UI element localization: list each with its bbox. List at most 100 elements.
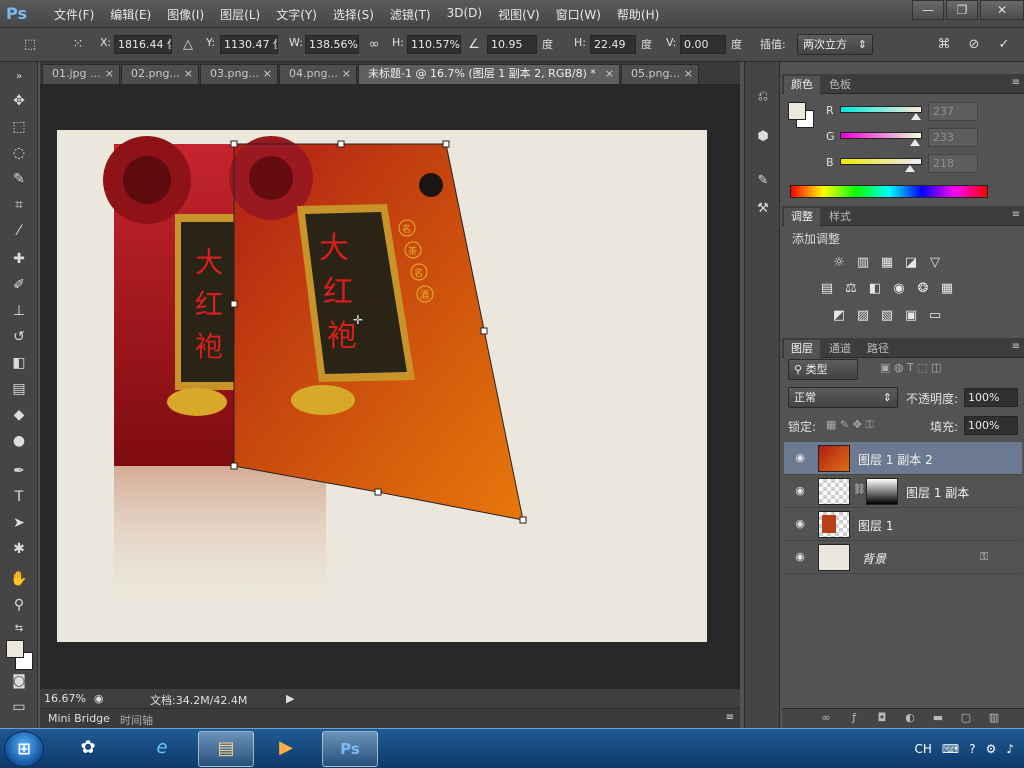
layer-name[interactable]: 图层 1 副本 2: [858, 451, 933, 468]
quick-select-tool-icon[interactable]: ✎: [7, 168, 31, 190]
hue-saturation-icon[interactable]: ▤: [818, 280, 836, 298]
menu-type[interactable]: 文字(Y): [268, 6, 325, 23]
link-icon[interactable]: ∞: [364, 35, 384, 55]
vskew-field[interactable]: 0.00: [680, 35, 726, 54]
reference-point-icon[interactable]: ⁙: [68, 35, 88, 55]
menu-view[interactable]: 视图(V): [490, 6, 548, 23]
layer-row[interactable]: ◉ 背景 ⚿: [784, 541, 1022, 574]
type-tool-icon[interactable]: T: [7, 486, 31, 508]
tab-01[interactable]: 01.jpg ... ×: [42, 64, 120, 84]
layer-name[interactable]: 图层 1: [858, 517, 893, 534]
blend-mode-select[interactable]: 正常 ⇕: [788, 387, 898, 408]
marquee-tool-icon[interactable]: ⬚: [7, 116, 31, 138]
x-field[interactable]: 1816.44 像: [114, 35, 172, 54]
restore-button[interactable]: ❐: [946, 0, 978, 20]
menu-edit[interactable]: 编辑(E): [102, 6, 159, 23]
eraser-tool-icon[interactable]: ◧: [7, 352, 31, 374]
brush-presets-icon[interactable]: ✎: [752, 170, 774, 192]
y-field[interactable]: 1130.47 像: [220, 35, 278, 54]
3d-panel-icon[interactable]: ⬢: [752, 126, 774, 148]
panel-menu-icon[interactable]: ≡: [1012, 209, 1020, 220]
tab-02[interactable]: 02.png... ×: [121, 64, 199, 84]
brightness-icon[interactable]: ☼: [830, 254, 848, 272]
tab-close-icon[interactable]: ×: [184, 65, 193, 83]
status-menu-icon[interactable]: ◉: [94, 692, 104, 705]
gradient-tool-icon[interactable]: ▤: [7, 378, 31, 400]
brush-tool-icon[interactable]: ✐: [7, 274, 31, 296]
move-tool-icon[interactable]: ✥: [7, 90, 31, 112]
menu-layer[interactable]: 图层(L): [212, 6, 268, 23]
tab-adjustments[interactable]: 调整: [784, 208, 820, 226]
layer-name[interactable]: 图层 1 副本: [906, 484, 969, 501]
start-button[interactable]: ⊞: [4, 731, 44, 767]
layer-filter-select[interactable]: ⚲ 类型: [788, 359, 858, 380]
menu-3d[interactable]: 3D(D): [439, 6, 490, 23]
tab-close-icon[interactable]: ×: [684, 65, 693, 83]
vibrance-icon[interactable]: ▽: [926, 254, 944, 272]
tray-options-icon[interactable]: ⚙: [986, 742, 997, 756]
link-layers-icon[interactable]: ∞: [816, 709, 836, 727]
new-layer-icon[interactable]: ▢: [956, 709, 976, 727]
swap-colors-icon[interactable]: ⇆: [7, 618, 31, 640]
add-mask-icon[interactable]: ◘: [872, 709, 892, 727]
tab-03[interactable]: 03.png... ×: [200, 64, 278, 84]
g-slider[interactable]: [840, 132, 922, 139]
tab-paths[interactable]: 路径: [860, 340, 896, 358]
lasso-tool-icon[interactable]: ◌: [7, 142, 31, 164]
stamp-tool-icon[interactable]: ⊥: [7, 300, 31, 322]
opacity-field[interactable]: 100%: [964, 388, 1018, 407]
warp-icon[interactable]: ⌘: [934, 35, 954, 55]
r-slider-thumb[interactable]: [911, 113, 922, 120]
keyboard-icon[interactable]: ⌨: [942, 742, 959, 756]
visibility-eye-icon[interactable]: ◉: [792, 517, 808, 531]
minimize-button[interactable]: —: [912, 0, 944, 20]
tab-close-icon[interactable]: ×: [605, 65, 614, 83]
commit-transform-icon[interactable]: ✓: [994, 35, 1014, 55]
width-field[interactable]: 138.56%: [305, 35, 359, 54]
visibility-eye-icon[interactable]: ◉: [792, 451, 808, 465]
delete-layer-icon[interactable]: ▥: [984, 709, 1004, 727]
visibility-eye-icon[interactable]: ◉: [792, 484, 808, 498]
crop-tool-icon[interactable]: ⌗: [7, 194, 31, 216]
media-player-icon[interactable]: ▶: [258, 731, 314, 767]
dodge-tool-icon[interactable]: ●: [7, 430, 31, 452]
black-white-icon[interactable]: ◧: [866, 280, 884, 298]
hskew-field[interactable]: 22.49: [590, 35, 636, 54]
menu-file[interactable]: 文件(F): [46, 6, 102, 23]
tab-color[interactable]: 颜色: [784, 76, 820, 94]
layer-name[interactable]: 背景: [862, 550, 886, 567]
layer-row[interactable]: ◉ ⛓ 图层 1 副本: [784, 475, 1022, 508]
language-indicator[interactable]: CH: [914, 742, 931, 756]
mask-link-icon[interactable]: ⛓: [853, 484, 866, 495]
g-slider-thumb[interactable]: [909, 139, 920, 146]
b-value-field[interactable]: 218: [928, 154, 978, 173]
new-group-icon[interactable]: ▬: [928, 709, 948, 727]
visibility-eye-icon[interactable]: ◉: [792, 550, 808, 564]
gradient-map-icon[interactable]: ▣: [902, 307, 920, 325]
layer-row[interactable]: ◉ 图层 1 副本 2: [784, 442, 1022, 475]
quick-mask-icon[interactable]: ◙: [7, 670, 31, 692]
tab-timeline[interactable]: 时间轴: [120, 712, 153, 728]
tab-close-icon[interactable]: ×: [263, 65, 272, 83]
tool-presets-icon[interactable]: ⚒: [752, 198, 774, 220]
selective-color-icon[interactable]: ▭: [926, 307, 944, 325]
document-canvas[interactable]: 大 红 袍 大 红 袍 名 茶 名 酒 ✛: [57, 130, 707, 642]
color-spectrum-bar[interactable]: [790, 185, 988, 198]
shape-tool-icon[interactable]: ✱: [7, 538, 31, 560]
tab-channels[interactable]: 通道: [822, 340, 858, 358]
threshold-icon[interactable]: ▧: [878, 307, 896, 325]
photoshop-taskbar-button[interactable]: Ps: [322, 731, 378, 767]
layer-filter-icons[interactable]: ▣ ◍ T ⬚ ◫: [880, 361, 941, 374]
color-foreground-swatch[interactable]: [788, 102, 806, 120]
color-balance-icon[interactable]: ⚖: [842, 280, 860, 298]
zoom-tool-icon[interactable]: ⚲: [7, 594, 31, 616]
canvas-area[interactable]: 大 红 袍 大 红 袍 名 茶 名 酒 ✛: [40, 84, 740, 688]
volume-icon[interactable]: ♪: [1006, 742, 1014, 756]
new-adjustment-icon[interactable]: ◐: [900, 709, 920, 727]
b-slider-thumb[interactable]: [904, 165, 915, 172]
layer-style-icon[interactable]: ƒ: [844, 709, 864, 727]
tab-layers[interactable]: 图层: [784, 340, 820, 358]
invert-icon[interactable]: ◩: [830, 307, 848, 325]
history-brush-icon[interactable]: ↺: [7, 326, 31, 348]
internet-explorer-icon[interactable]: e: [134, 731, 190, 767]
